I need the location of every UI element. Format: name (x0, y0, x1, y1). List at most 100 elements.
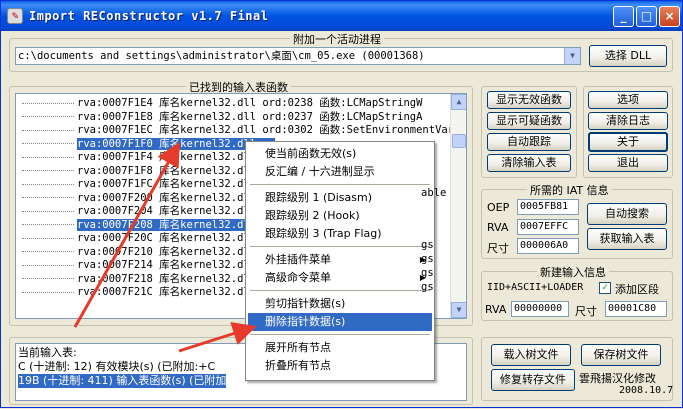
about-button[interactable]: 关于 (588, 132, 668, 152)
new-rva-label: RVA (485, 303, 507, 316)
row-overflow-text: gs (421, 281, 434, 293)
scroll-thumb[interactable] (452, 134, 466, 148)
iid-label: IID+ASCII+LOADER (487, 282, 584, 293)
import-row[interactable]: rva:0007F1EC 库名kernel32.dll ord:0302 函数:… (16, 123, 466, 137)
tree-connector (22, 278, 74, 279)
process-select[interactable]: c:\documents and settings\administrator\… (15, 47, 581, 65)
title-bar[interactable]: ✎ Import REConstructor v1.7 Final _ □ × (1, 1, 682, 31)
tree-connector (22, 116, 74, 117)
dropdown-arrow-icon[interactable]: ▼ (564, 48, 580, 64)
tree-connector (22, 197, 74, 198)
row-overflow-text: able (421, 187, 447, 199)
menu-separator (250, 334, 430, 335)
menu-item-label: 跟踪级别 3 (Trap Flag) (265, 227, 382, 240)
tree-connector (22, 102, 74, 104)
menu-item[interactable]: 剪切指针数据(s) (248, 295, 432, 313)
rva-label: RVA (487, 221, 509, 234)
show-suspicious-button[interactable]: 显示可疑函数 (487, 112, 571, 130)
menu-item-label: 折叠所有节点 (265, 359, 331, 372)
add-section-label: 添加区段 (615, 283, 659, 296)
new-size-label: 尺寸 (575, 305, 597, 318)
new-size-field[interactable]: 00001C80 (605, 301, 667, 317)
process-value: c:\documents and settings\administrator\… (18, 50, 425, 62)
import-row-text: rva:0007F1E8 库名kernel32.dll ord:0237 函数:… (77, 110, 423, 123)
new-rva-field[interactable]: 00000000 (511, 301, 569, 317)
load-tree-button[interactable]: 载入树文件 (491, 344, 571, 366)
tree-connector (22, 264, 74, 266)
tree-connector (22, 156, 74, 158)
tree-connector (22, 129, 74, 131)
credits-line2: 2008.10.7 (619, 385, 674, 396)
menu-item-label: 跟踪级别 2 (Hook) (265, 209, 360, 222)
options-button[interactable]: 选项 (588, 91, 668, 109)
main-window: ✎ Import REConstructor v1.7 Final _ □ × … (0, 0, 683, 408)
tree-connector (22, 210, 74, 212)
context-menu: 使当前函数无效(s) 反汇编 / 十六进制显示 跟踪级别 1 (Disasm) 跟踪级… (245, 141, 435, 381)
menu-item-label: 展开所有节点 (265, 341, 331, 354)
tree-connector (22, 237, 74, 239)
tree-connector (22, 291, 74, 293)
menu-item-label: 反汇编 / 十六进制显示 (265, 165, 375, 178)
maximize-button[interactable]: □ (636, 6, 657, 27)
oep-label: OEP (487, 201, 510, 214)
close-button[interactable]: × (659, 6, 680, 27)
add-section-checkbox[interactable]: ✓ (599, 282, 611, 294)
app-icon[interactable]: ✎ (7, 8, 23, 24)
clear-log-button[interactable]: 清除日志 (588, 112, 668, 130)
menu-item[interactable]: 跟踪级别 2 (Hook) (248, 207, 432, 225)
menu-item[interactable]: 高级命令菜单 ▶ (248, 269, 432, 287)
window-title: Import REConstructor v1.7 Final (29, 9, 269, 23)
menu-item[interactable]: 反汇编 / 十六进制显示 (248, 163, 432, 181)
menu-item[interactable]: 展开所有节点 (248, 339, 432, 357)
menu-item[interactable]: 外挂插件菜单 ▶ (248, 251, 432, 269)
menu-item[interactable]: 折叠所有节点 (248, 357, 432, 375)
menu-item-label: 外挂插件菜单 (265, 253, 331, 266)
new-import-group-label: 新建输入信息 (537, 264, 609, 280)
log-line[interactable]: 当前输入表: (18, 346, 77, 360)
menu-item[interactable]: 跟踪级别 3 (Trap Flag) (248, 225, 432, 243)
menu-item-label: 删除指针数据(s) (265, 315, 346, 328)
size-label: 尺寸 (487, 242, 509, 255)
menu-separator (250, 290, 430, 291)
menu-separator (250, 246, 430, 247)
show-invalid-button[interactable]: 显示无效函数 (487, 91, 571, 109)
get-imports-button[interactable]: 获取输入表 (587, 228, 667, 250)
tree-scrollbar[interactable]: ▲ ▼ (450, 94, 466, 318)
import-row-text: rva:0007F1EC 库名kernel32.dll ord:0302 函数:… (77, 124, 467, 136)
scroll-down-icon[interactable]: ▼ (451, 302, 466, 318)
tree-connector (22, 170, 74, 171)
log-line[interactable]: 19B (十进制: 411) 输入表函数(s) (已附加 (18, 374, 227, 388)
auto-search-button[interactable]: 自动搜索 (587, 203, 667, 225)
minimize-button[interactable]: _ (613, 6, 634, 27)
row-overflow-text: gs (421, 239, 434, 251)
import-row-text: rva:0007F1E4 库名kernel32.dll ord:0238 函数:… (77, 97, 423, 109)
import-row[interactable]: rva:0007F1E8 库名kernel32.dll ord:0237 函数:… (16, 110, 456, 124)
row-overflow-text: gs (421, 253, 434, 265)
menu-item-label: 跟踪级别 1 (Disasm) (265, 191, 373, 204)
tree-connector (22, 224, 74, 225)
oep-field[interactable]: 0005FB81 (517, 199, 579, 215)
save-tree-button[interactable]: 保存树文件 (581, 344, 661, 366)
tree-connector (22, 251, 74, 252)
fix-dump-button[interactable]: 修复转存文件 (491, 369, 575, 391)
menu-separator (250, 184, 430, 185)
iat-group-label: 所需的 IAT 信息 (527, 182, 612, 198)
exit-button[interactable]: 退出 (588, 154, 668, 172)
credits-line1: 雲飛揚汉化修改 (579, 372, 656, 385)
menu-item[interactable]: 使当前函数无效(s) (248, 145, 432, 163)
size-field[interactable]: 000006A0 (517, 238, 579, 254)
menu-item-label: 剪切指针数据(s) (265, 297, 346, 310)
auto-trace-button[interactable]: 自动跟踪 (487, 133, 571, 151)
menu-item-label: 使当前函数无效(s) (265, 147, 357, 160)
scroll-up-icon[interactable]: ▲ (451, 94, 466, 110)
log-line[interactable]: C (十进制: 12) 有效模块(s) (已附加:+C (18, 360, 215, 374)
menu-item[interactable]: 删除指针数据(s) (248, 313, 432, 331)
menu-item-label: 高级命令菜单 (265, 271, 331, 284)
rva-field[interactable]: 0007EFFC (517, 219, 579, 235)
clear-imports-button[interactable]: 清除输入表 (487, 154, 571, 172)
import-row[interactable]: rva:0007F1E4 库名kernel32.dll ord:0238 函数:… (16, 96, 456, 110)
menu-item[interactable]: 跟踪级别 1 (Disasm) (248, 189, 432, 207)
row-overflow-text: gs (421, 267, 434, 279)
select-dll-button[interactable]: 选择 DLL (589, 45, 667, 67)
tree-connector (22, 143, 74, 144)
